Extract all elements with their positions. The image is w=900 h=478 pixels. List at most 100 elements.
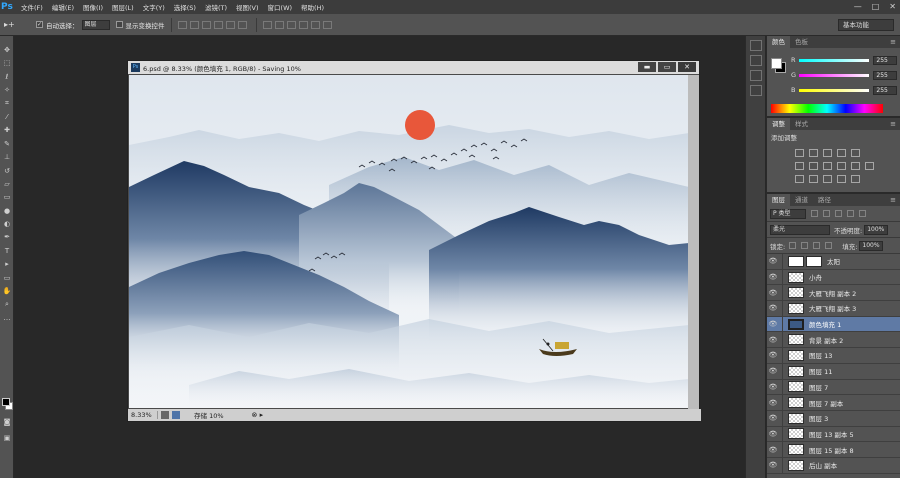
lock-transparent-icon[interactable]	[789, 242, 797, 249]
menu-filter[interactable]: 滤镜(T)	[205, 2, 227, 12]
properties-panel-icon[interactable]	[749, 55, 762, 66]
visibility-eye-icon[interactable]: 👁	[767, 461, 779, 469]
channel-mixer-icon[interactable]	[851, 162, 860, 170]
menu-select[interactable]: 选择(S)	[174, 2, 196, 12]
zoom-level[interactable]: 8.33%	[128, 411, 158, 419]
menu-window[interactable]: 窗口(W)	[268, 2, 293, 12]
tab-color[interactable]: 颜色	[767, 36, 790, 48]
layer-row[interactable]: 👁 图层 11	[767, 363, 900, 380]
threshold-icon[interactable]	[823, 175, 832, 183]
history-brush-tool-icon[interactable]: ↺	[0, 165, 14, 177]
fill-field[interactable]: 100%	[859, 240, 884, 251]
layer-thumbnail[interactable]	[788, 459, 804, 471]
status-nav-arrows[interactable]: ⊗ ▸	[252, 411, 264, 419]
blend-mode-select[interactable]: 柔光	[770, 224, 830, 235]
visibility-eye-icon[interactable]: 👁	[767, 257, 779, 265]
menu-file[interactable]: 文件(F)	[21, 2, 43, 12]
photo-filter-icon[interactable]	[837, 162, 846, 170]
type-tool-icon[interactable]: T	[0, 245, 14, 257]
lock-all-icon[interactable]	[825, 242, 833, 249]
layer-row[interactable]: 👁 后山 副本	[767, 457, 900, 474]
tab-swatches[interactable]: 色板	[790, 36, 813, 48]
layer-thumbnail[interactable]	[788, 349, 804, 361]
layer-thumbnail[interactable]	[788, 397, 804, 409]
move-tool-icon[interactable]: ✥	[0, 44, 14, 56]
visibility-eye-icon[interactable]: 👁	[767, 289, 779, 297]
foreground-color-swatch[interactable]	[2, 398, 10, 406]
distribute-left-icon[interactable]	[298, 20, 308, 29]
invert-icon[interactable]	[795, 175, 804, 183]
more-tools-icon[interactable]: …	[0, 312, 14, 324]
document-titlebar[interactable]: Ps 6.psd @ 8.33% (颜色填充 1, RGB/8) - Savin…	[128, 61, 699, 74]
layer-thumbnail[interactable]	[788, 428, 804, 440]
visibility-eye-icon[interactable]: 👁	[767, 399, 779, 407]
align-bottom-icon[interactable]	[201, 20, 211, 29]
posterize-icon[interactable]	[809, 175, 818, 183]
zoom-tool-icon[interactable]: ⌕	[0, 298, 14, 310]
brightness-contrast-icon[interactable]	[795, 149, 804, 157]
hand-tool-icon[interactable]: ✋	[0, 285, 14, 297]
visibility-eye-icon[interactable]: 👁	[767, 367, 779, 375]
align-left-icon[interactable]	[213, 20, 223, 29]
layer-row[interactable]: 👁 背景 副本 2	[767, 332, 900, 349]
green-value-field[interactable]: 255	[873, 70, 897, 80]
visibility-eye-icon[interactable]: 👁	[767, 320, 779, 328]
tab-layers[interactable]: 图层	[767, 194, 790, 206]
blur-tool-icon[interactable]: ●	[0, 205, 14, 217]
history-panel-icon[interactable]	[749, 40, 762, 51]
panel-menu-icon[interactable]: ≡	[890, 38, 896, 46]
layer-mask-thumbnail[interactable]	[806, 255, 822, 267]
red-slider-track[interactable]	[798, 58, 870, 62]
layer-thumbnail[interactable]	[788, 318, 804, 330]
blue-value-field[interactable]: 255	[873, 85, 897, 95]
distribute-top-icon[interactable]	[262, 20, 272, 29]
layer-thumbnail[interactable]	[788, 302, 804, 314]
doc-restore-button[interactable]: ▭	[658, 62, 676, 72]
minimize-button[interactable]: —	[854, 2, 862, 11]
close-button[interactable]: ✕	[889, 2, 896, 11]
clone-stamp-tool-icon[interactable]: ⊥	[0, 151, 14, 163]
distribute-hcenter-icon[interactable]	[310, 20, 320, 29]
align-hcenter-icon[interactable]	[225, 20, 235, 29]
lock-position-icon[interactable]	[813, 242, 821, 249]
blue-slider-track[interactable]	[798, 88, 870, 92]
shape-filter-icon[interactable]	[847, 210, 854, 217]
marquee-tool-icon[interactable]: ⬚	[0, 57, 14, 69]
visibility-eye-icon[interactable]: 👁	[767, 430, 779, 438]
magic-wand-tool-icon[interactable]: ✧	[0, 84, 14, 96]
doc-close-button[interactable]: ✕	[678, 62, 696, 72]
tab-adjustments[interactable]: 调整	[767, 118, 790, 130]
panel-menu-icon[interactable]: ≡	[890, 196, 896, 204]
slider-red[interactable]: R 255	[791, 55, 897, 65]
exposure-icon[interactable]	[837, 149, 846, 157]
maximize-button[interactable]: □	[872, 2, 880, 11]
layer-thumbnail[interactable]	[788, 271, 804, 283]
distribute-vcenter-icon[interactable]	[274, 20, 284, 29]
healing-brush-tool-icon[interactable]: ✚	[0, 124, 14, 136]
levels-icon[interactable]	[809, 149, 818, 157]
layer-kind-filter[interactable]: P 类型	[770, 208, 806, 219]
black-white-icon[interactable]	[823, 162, 832, 170]
screen-mode-icon[interactable]: ▣	[0, 432, 14, 444]
adjustment-filter-icon[interactable]	[823, 210, 830, 217]
lasso-tool-icon[interactable]: ℓ	[0, 71, 14, 83]
workspace-dropdown[interactable]: 基本功能	[838, 19, 894, 31]
color-spectrum-bar[interactable]	[771, 104, 883, 113]
align-right-icon[interactable]	[237, 20, 247, 29]
layer-row[interactable]: 👁 图层 13 副本 5	[767, 426, 900, 443]
layer-row[interactable]: 👁 图层 15 副本 8	[767, 442, 900, 458]
layer-thumbnail[interactable]	[788, 412, 804, 424]
canvas[interactable]	[129, 75, 689, 408]
visibility-eye-icon[interactable]: 👁	[767, 383, 779, 391]
lock-pixels-icon[interactable]	[801, 242, 809, 249]
character-panel-icon[interactable]	[749, 70, 762, 81]
document-scrollbar[interactable]	[688, 75, 699, 411]
auto-select-checkbox[interactable]: ✓	[36, 21, 43, 28]
layer-row[interactable]: 👁 图层 7 副本	[767, 395, 900, 411]
visibility-eye-icon[interactable]: 👁	[767, 446, 779, 454]
layer-thumbnail[interactable]	[788, 381, 804, 393]
brush-tool-icon[interactable]: ✎	[0, 138, 14, 150]
pen-tool-icon[interactable]: ✒	[0, 231, 14, 243]
panel-menu-icon[interactable]: ≡	[890, 120, 896, 128]
layer-thumbnail[interactable]	[788, 334, 804, 346]
